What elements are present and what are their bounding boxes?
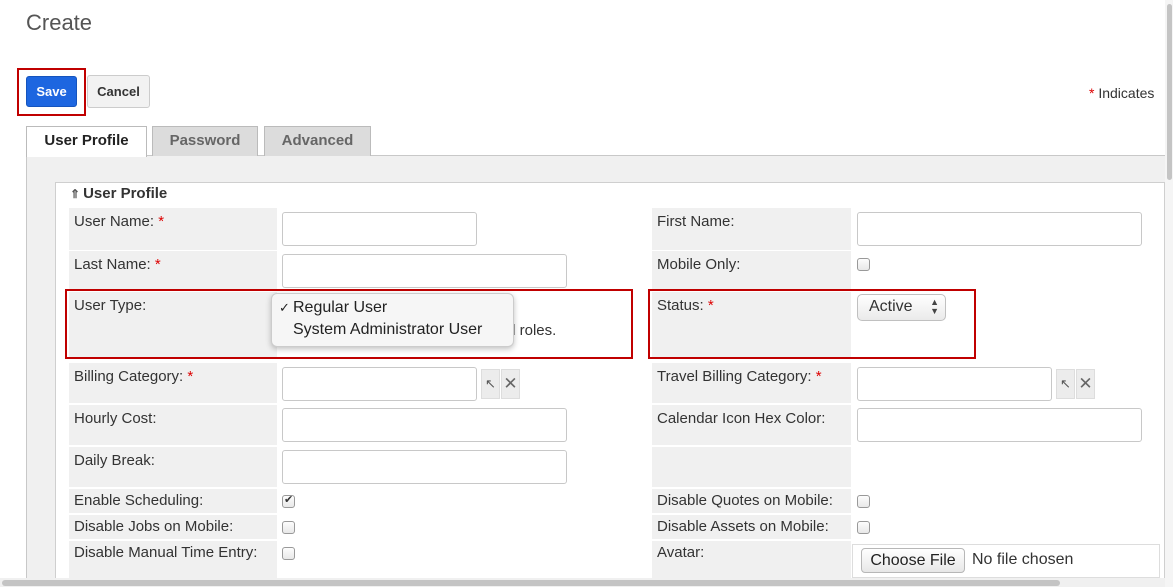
- double-chevron-up-icon: ⇑: [70, 187, 81, 201]
- user-name-input[interactable]: [282, 212, 477, 246]
- billing-category-input[interactable]: [282, 367, 477, 401]
- tab-password[interactable]: Password: [152, 126, 258, 156]
- section-title: User Profile: [83, 185, 168, 202]
- user-type-option-regular[interactable]: Regular User: [293, 299, 387, 317]
- hourly-cost-label: Hourly Cost:: [69, 405, 277, 445]
- hourly-cost-input[interactable]: [282, 408, 567, 442]
- tab-bar: User Profile Password Advanced: [26, 126, 1166, 157]
- travel-billing-category-label: Travel Billing Category: *: [652, 363, 851, 403]
- status-highlight: [648, 289, 976, 359]
- first-name-input[interactable]: [857, 212, 1142, 246]
- travel-billing-category-input[interactable]: [857, 367, 1052, 401]
- user-type-option-sysadmin[interactable]: System Administrator User: [293, 321, 482, 339]
- required-note-text: Indicates: [1098, 85, 1155, 101]
- page-title: Create: [26, 10, 93, 35]
- cancel-button[interactable]: Cancel: [87, 75, 150, 108]
- disable-quotes-on-mobile-checkbox[interactable]: [857, 495, 870, 508]
- select-cursor-icon[interactable]: ↖: [1056, 369, 1075, 399]
- required-star: *: [154, 256, 161, 273]
- calendar-icon-hex-color-label: Calendar Icon Hex Color:: [652, 405, 851, 445]
- required-star: *: [815, 368, 822, 385]
- first-name-label: First Name:: [652, 208, 851, 250]
- avatar-label: Avatar:: [652, 541, 851, 578]
- tab-user-profile[interactable]: User Profile: [26, 126, 147, 157]
- disable-manual-time-entry-checkbox[interactable]: [282, 547, 295, 560]
- mobile-only-checkbox[interactable]: [857, 258, 870, 271]
- enable-scheduling-checkbox[interactable]: [282, 493, 295, 508]
- disable-jobs-on-mobile-checkbox[interactable]: [282, 521, 295, 534]
- daily-break-input[interactable]: [282, 450, 567, 484]
- required-star: *: [158, 213, 165, 230]
- tab-advanced[interactable]: Advanced: [264, 126, 371, 156]
- required-indicator-note: * Indicates: [1089, 85, 1154, 101]
- required-star: *: [187, 368, 194, 385]
- select-cursor-icon[interactable]: ↖: [481, 369, 500, 399]
- clear-icon[interactable]: ✕: [1076, 369, 1095, 399]
- disable-assets-on-mobile-checkbox[interactable]: [857, 521, 870, 534]
- required-star: *: [1089, 85, 1095, 101]
- user-name-label: User Name: *: [69, 208, 277, 250]
- mobile-only-label: Mobile Only:: [652, 251, 851, 289]
- billing-category-label: Billing Category: *: [69, 363, 277, 403]
- last-name-input[interactable]: [282, 254, 567, 288]
- disable-jobs-on-mobile-label: Disable Jobs on Mobile:: [69, 515, 277, 539]
- save-button[interactable]: Save: [26, 76, 77, 107]
- clear-icon[interactable]: ✕: [501, 369, 520, 399]
- section-header[interactable]: ⇑ User Profile: [70, 185, 167, 202]
- empty-label-cell: [652, 447, 851, 487]
- disable-quotes-on-mobile-label: Disable Quotes on Mobile:: [652, 489, 851, 513]
- checkmark-icon: ✓: [279, 300, 290, 315]
- disable-manual-time-entry-label: Disable Manual Time Entry:: [69, 541, 277, 578]
- user-type-dropdown[interactable]: ✓ Regular User System Administrator User: [271, 293, 514, 347]
- daily-break-label: Daily Break:: [69, 447, 277, 487]
- disable-assets-on-mobile-label: Disable Assets on Mobile:: [652, 515, 851, 539]
- vertical-scrollbar-thumb[interactable]: [1167, 4, 1172, 180]
- horizontal-scrollbar-thumb[interactable]: [2, 580, 1060, 586]
- last-name-label: Last Name: *: [69, 251, 277, 289]
- choose-file-button[interactable]: Choose File: [861, 548, 965, 573]
- file-status-text: No file chosen: [972, 551, 1074, 568]
- calendar-icon-hex-color-input[interactable]: [857, 408, 1142, 442]
- enable-scheduling-label: Enable Scheduling:: [69, 489, 277, 513]
